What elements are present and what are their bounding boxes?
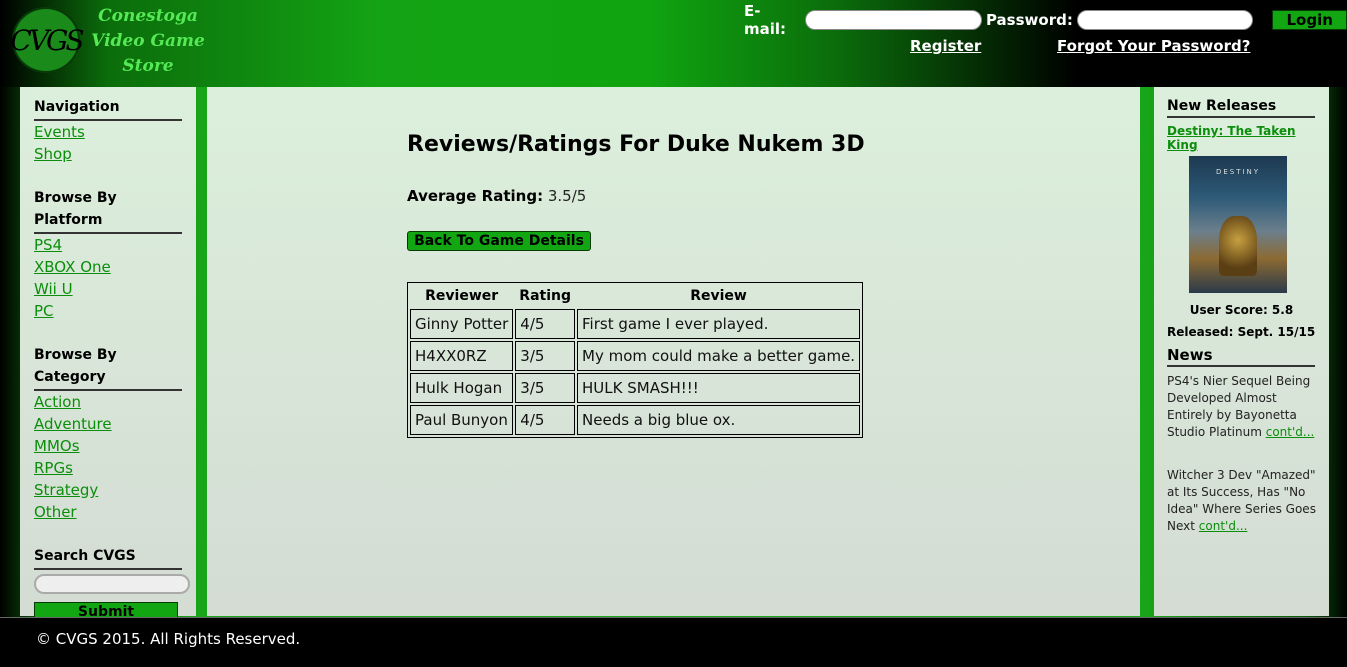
new-releases-title: New Releases <box>1167 96 1315 118</box>
login-button[interactable]: Login <box>1272 10 1347 30</box>
reviewer-cell: Ginny Potter <box>410 309 514 339</box>
search-title: Search CVGS <box>34 545 182 570</box>
password-field[interactable] <box>1076 10 1254 30</box>
back-to-game-button[interactable]: Back To Game Details <box>407 231 591 251</box>
column-header-reviewer: Reviewer <box>425 288 499 304</box>
average-rating: Average Rating: 3.5/5 <box>407 187 586 205</box>
category-title: Browse By Category <box>34 344 182 391</box>
main-content: Reviews/Ratings For Duke Nukem 3D Averag… <box>207 87 1140 616</box>
header: CVGS Conestoga Video Game Store E-mail: … <box>0 0 1347 87</box>
cover-figure <box>1219 216 1257 276</box>
register-link[interactable]: Register <box>910 37 981 55</box>
reviewer-cell: H4XX0RZ <box>410 341 514 371</box>
rating-cell: 4/5 <box>515 309 576 339</box>
release-date: Released: Sept. 15/15 <box>1167 325 1316 339</box>
forgot-password-link[interactable]: Forgot Your Password? <box>1057 37 1250 55</box>
right-sidebar: New Releases Destiny: The Taken King DES… <box>1154 87 1329 616</box>
review-cell: HULK SMASH!!! <box>577 373 861 403</box>
cover-logo-text: DESTINY <box>1215 168 1261 176</box>
platform-link-ps4[interactable]: PS4 <box>34 234 182 256</box>
store-name-line3: Store <box>122 56 174 76</box>
news-continue-link[interactable]: cont'd... <box>1266 425 1315 439</box>
rating-cell: 3/5 <box>515 373 576 403</box>
review-cell: Needs a big blue ox. <box>577 405 861 435</box>
password-label: Password: <box>985 11 1073 29</box>
news-continue-link[interactable]: cont'd... <box>1199 519 1248 533</box>
table-row: H4XX0RZ 3/5 My mom could make a better g… <box>410 341 861 371</box>
platform-link-xbox-one[interactable]: XBOX One <box>34 256 182 278</box>
user-score: User Score: 5.8 <box>1189 303 1294 317</box>
category-link-adventure[interactable]: Adventure <box>34 413 182 435</box>
logo-mark: CVGS <box>10 23 84 57</box>
logo[interactable]: CVGS <box>10 7 85 73</box>
news-title: News <box>1167 345 1315 367</box>
navigation-title: Navigation <box>34 96 182 121</box>
platform-title: Browse By Platform <box>34 187 182 234</box>
platform-link-wii-u[interactable]: Wii U <box>34 278 182 300</box>
login-form: E-mail: Password: Login <box>744 2 1347 38</box>
category-link-rpgs[interactable]: RPGs <box>34 457 182 479</box>
review-cell: My mom could make a better game. <box>577 341 861 371</box>
category-link-mmos[interactable]: MMOs <box>34 435 182 457</box>
column-header-rating: Rating <box>519 288 572 304</box>
email-label: E-mail: <box>744 2 787 38</box>
table-row: Paul Bunyon 4/5 Needs a big blue ox. <box>410 405 861 435</box>
category-link-other[interactable]: Other <box>34 501 182 523</box>
review-cell: First game I ever played. <box>577 309 861 339</box>
store-name-line1: Conestoga <box>98 6 198 26</box>
reviews-table: Reviewer Rating Review Ginny Potter 4/5 … <box>407 282 864 438</box>
reviewer-cell: Paul Bunyon <box>410 405 514 435</box>
left-sidebar: Navigation Events Shop Browse By Platfor… <box>20 87 196 622</box>
email-field[interactable] <box>805 10 982 30</box>
nav-link-events[interactable]: Events <box>34 121 182 143</box>
search-input[interactable] <box>34 574 190 594</box>
platform-link-pc[interactable]: PC <box>34 300 182 322</box>
column-header-review: Review <box>690 288 747 304</box>
category-link-action[interactable]: Action <box>34 391 182 413</box>
table-row: Ginny Potter 4/5 First game I ever playe… <box>410 309 861 339</box>
average-rating-label: Average Rating: <box>407 187 544 205</box>
news-item: Witcher 3 Dev "Amazed" at Its Success, H… <box>1167 467 1316 535</box>
store-name: Conestoga Video Game Store <box>86 4 210 79</box>
rating-cell: 3/5 <box>515 341 576 371</box>
copyright-text: © CVGS 2015. All Rights Reserved. <box>36 630 301 648</box>
nav-link-shop[interactable]: Shop <box>34 143 182 165</box>
average-rating-value: 3.5/5 <box>547 187 587 205</box>
table-row: Hulk Hogan 3/5 HULK SMASH!!! <box>410 373 861 403</box>
page-title: Reviews/Ratings For Duke Nukem 3D <box>407 132 865 157</box>
rating-cell: 4/5 <box>515 405 576 435</box>
footer: © CVGS 2015. All Rights Reserved. <box>0 617 1347 667</box>
reviewer-cell: Hulk Hogan <box>410 373 514 403</box>
category-link-strategy[interactable]: Strategy <box>34 479 182 501</box>
new-release-link[interactable]: Destiny: The Taken King <box>1167 124 1316 152</box>
table-header-row: Reviewer Rating Review <box>410 285 860 307</box>
news-item: PS4's Nier Sequel Being Developed Almost… <box>1167 373 1316 441</box>
game-cover-image[interactable]: DESTINY <box>1189 156 1287 293</box>
store-name-line2: Video Game <box>91 31 205 51</box>
